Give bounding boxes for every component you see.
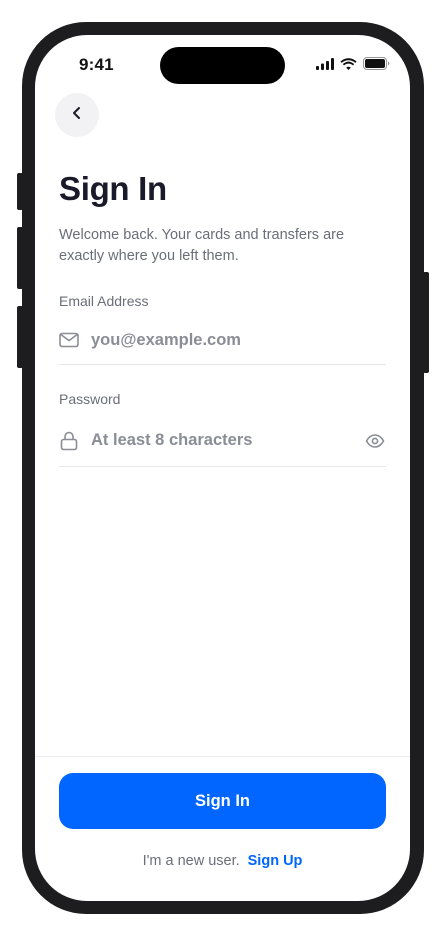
page-subtitle: Welcome back. Your cards and transfers a…	[59, 227, 345, 264]
status-time: 9:41	[79, 55, 114, 74]
password-field-row	[59, 415, 386, 467]
lock-icon	[59, 431, 79, 451]
password-field[interactable]	[91, 428, 356, 453]
email-label: Email Address	[59, 293, 149, 309]
email-field[interactable]	[91, 328, 386, 352]
device-side-button	[17, 306, 23, 368]
page-title: Sign In	[59, 170, 167, 207]
sign-in-button[interactable]: Sign In	[59, 773, 386, 829]
dynamic-island	[160, 47, 285, 84]
device-side-button	[17, 227, 23, 289]
mail-icon	[59, 330, 79, 350]
wifi-icon	[340, 57, 357, 75]
phone-screen: 9:41 Sign In Welcome back. Your cards an…	[35, 35, 410, 901]
sign-up-prompt: I'm a new user. Sign Up	[35, 853, 410, 869]
signal-icon	[316, 57, 334, 75]
status-icons	[316, 57, 390, 75]
device-side-button	[17, 173, 23, 210]
sign-up-link[interactable]: Sign Up	[248, 853, 303, 869]
battery-icon	[363, 57, 390, 75]
back-button[interactable]	[55, 93, 99, 137]
divider	[35, 756, 410, 757]
chevron-left-icon	[70, 106, 84, 125]
eye-icon[interactable]	[364, 430, 386, 452]
device-side-button	[423, 272, 429, 373]
email-field-row	[59, 316, 386, 365]
password-label: Password	[59, 391, 121, 407]
new-user-text: I'm a new user.	[142, 853, 240, 869]
